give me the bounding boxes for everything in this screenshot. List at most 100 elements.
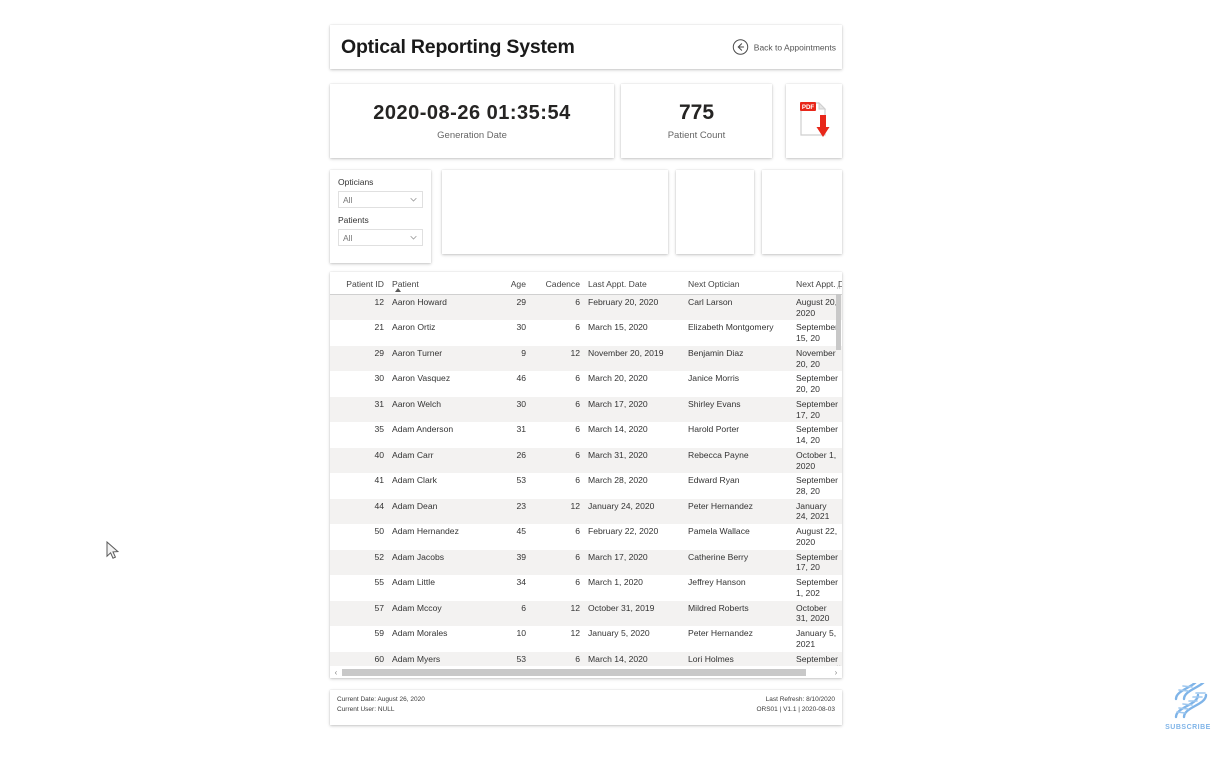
vertical-scroll-thumb[interactable]: [836, 294, 841, 350]
table-cell-cadence: 12: [570, 500, 580, 511]
table-column-header-age[interactable]: Age: [496, 272, 530, 295]
export-pdf-button[interactable]: PDF: [786, 84, 842, 158]
table-cell-last_appt: February 22, 2020: [588, 526, 659, 537]
table-cell-next_optician: Harold Porter: [688, 424, 740, 435]
table-column-label-age: Age: [510, 279, 526, 289]
scroll-right-arrow-icon[interactable]: ›: [830, 668, 842, 677]
back-to-appointments-label: Back to Appointments: [753, 42, 836, 52]
table-cell-age: 30: [516, 398, 526, 409]
table-column-label-cadence: Cadence: [545, 279, 580, 289]
table-cell-next_optician: Catherine Berry: [688, 551, 749, 562]
table-row[interactable]: 44 Adam Dean 23 12 January 24, 2020 Peter Her…: [330, 498, 842, 525]
table-vertical-scrollbar[interactable]: ˄ ˅: [835, 285, 842, 672]
table-cell-patient: Adam Anderson: [392, 424, 454, 435]
table-cell-last_appt: January 24, 2020: [588, 500, 655, 511]
table-cell-patient_id: 29: [374, 347, 384, 358]
table-column-header-last_appt[interactable]: Last Appt. Date: [584, 272, 684, 295]
table-cell-age: 39: [516, 551, 526, 562]
table-column-header-next_optician[interactable]: Next Optician: [684, 272, 792, 295]
table-cell-patient_id: 44: [374, 500, 384, 511]
slicer-value-patients: All: [343, 232, 353, 243]
table-column-header-cadence[interactable]: Cadence: [530, 272, 584, 295]
report-footer: Current Date: August 26, 2020 Last Refre…: [330, 690, 842, 725]
table-cell-last_appt: March 28, 2020: [588, 475, 648, 486]
table-row[interactable]: 29 Aaron Turner 9 12 November 20, 2019 Benjam…: [330, 345, 842, 372]
table-row[interactable]: 57 Adam Mccoy 6 12 October 31, 2019 Mildred R…: [330, 600, 842, 627]
current-date-label: Current Date: August 26, 2020: [337, 696, 425, 703]
table-row[interactable]: 50 Adam Hernandez 45 6 February 22, 2020 Pame…: [330, 524, 842, 549]
back-to-appointments-button[interactable]: Back to Appointments: [732, 39, 836, 56]
table-cell-last_appt: March 20, 2020: [588, 373, 648, 384]
table-row[interactable]: 31 Aaron Welch 30 6 March 17, 2020 Shirley Ev…: [330, 396, 842, 423]
table-cell-cadence: 12: [570, 347, 580, 358]
slicer-label-patients: Patients: [338, 215, 369, 225]
table-cell-patient_id: 59: [374, 628, 384, 639]
blank-visual-3: [762, 170, 842, 254]
table-cell-patient: Aaron Howard: [392, 297, 447, 307]
table-cell-cadence: 6: [575, 373, 580, 384]
patients-table: Patient ID Patient Age Cadence Last Appt. Da…: [330, 272, 842, 678]
table-cell-age: 26: [516, 449, 526, 460]
table-header-row: Patient ID Patient Age Cadence Last Appt. Da…: [330, 272, 842, 295]
patient-count-label: Patient Count: [667, 130, 726, 141]
slicer-dropdown-patients[interactable]: All: [338, 229, 423, 246]
table-cell-cadence: 6: [575, 322, 580, 333]
table-column-header-patient[interactable]: Patient: [388, 272, 496, 295]
chevron-down-icon: [409, 229, 418, 247]
table-cell-last_appt: March 14, 2020: [588, 424, 648, 435]
circle-left-arrow-icon: [732, 39, 749, 56]
table-row[interactable]: 21 Aaron Ortiz 30 6 March 15, 2020 Elizabeth …: [330, 320, 842, 345]
table-cell-cadence: 6: [575, 577, 580, 588]
subscribe-label: SUBSCRIBE: [1165, 724, 1211, 731]
table-cell-cadence: 12: [570, 628, 580, 639]
table-row[interactable]: 55 Adam Little 34 6 March 1, 2020 Jeffrey Han…: [330, 575, 842, 600]
table-cell-next_optician: Edward Ryan: [688, 475, 740, 486]
blank-visual-2: [676, 170, 754, 254]
table-row[interactable]: 52 Adam Jacobs 39 6 March 17, 2020 Catherine …: [330, 549, 842, 576]
table-cell-age: 53: [516, 475, 526, 486]
table-cell-cadence: 6: [575, 551, 580, 562]
table-cell-age: 29: [516, 297, 526, 307]
current-user-label: Current User: NULL: [337, 706, 395, 714]
table-row[interactable]: 12 Aaron Howard 29 6 February 20, 2020 Carl L…: [330, 294, 842, 321]
table-cell-age: 30: [516, 322, 526, 333]
table-cell-patient: Aaron Ortiz: [392, 322, 436, 333]
scroll-left-arrow-icon[interactable]: ‹: [330, 668, 342, 677]
report-header: Optical Reporting System Back to Appoint…: [330, 25, 842, 69]
table-cell-next_optician: Carl Larson: [688, 297, 733, 307]
table-row[interactable]: 59 Adam Morales 10 12 January 5, 2020 Peter H…: [330, 626, 842, 651]
table-cell-last_appt: November 20, 2019: [588, 347, 664, 358]
table-row[interactable]: 35 Adam Anderson 31 6 March 14, 2020 Harold P…: [330, 422, 842, 447]
table-horizontal-scrollbar[interactable]: ‹ ›: [330, 666, 842, 678]
table-cell-patient: Adam Hernandez: [392, 526, 459, 537]
table-cell-next_optician: Peter Hernandez: [688, 628, 753, 639]
subscribe-watermark: SUBSCRIBE: [1157, 675, 1219, 735]
scroll-up-arrow-icon[interactable]: ˄: [835, 285, 842, 293]
horizontal-scroll-thumb[interactable]: [342, 668, 806, 676]
table-cell-age: 23: [516, 500, 526, 511]
slicer-label-opticians: Opticians: [338, 177, 374, 187]
table-cell-last_appt: March 17, 2020: [588, 398, 648, 409]
table-cell-cadence: 6: [575, 424, 580, 435]
table-cell-last_appt: March 17, 2020: [588, 551, 648, 562]
generation-date-label: Generation Date: [437, 129, 507, 141]
generation-date-value: 2020-08-26 01:35:54: [373, 101, 571, 124]
table-cell-patient_id: 40: [374, 449, 384, 460]
mouse-pointer-icon: [106, 540, 120, 560]
version-label: ORS01 | V1.1 | 2020-08-03: [756, 706, 835, 714]
table-row[interactable]: 40 Adam Carr 26 6 March 31, 2020 Rebecca Payn…: [330, 447, 842, 474]
slicer-dropdown-opticians[interactable]: All: [338, 191, 423, 208]
slicer-value-opticians: All: [343, 194, 353, 205]
table-cell-age: 6: [521, 602, 526, 613]
table-row[interactable]: 41 Adam Clark 53 6 March 28, 2020 Edward Ryan…: [330, 473, 842, 498]
table-row[interactable]: 30 Aaron Vasquez 46 6 March 20, 2020 Janice M…: [330, 371, 842, 396]
table-cell-patient: Aaron Welch: [392, 398, 442, 409]
table-cell-age: 10: [516, 628, 526, 639]
table-cell-last_appt: March 31, 2020: [588, 449, 648, 460]
table-cell-patient_id: 35: [374, 424, 384, 435]
table-cell-patient: Aaron Vasquez: [392, 373, 451, 384]
table-cell-cadence: 6: [575, 398, 580, 409]
table-column-header-patient_id[interactable]: Patient ID: [330, 272, 388, 295]
horizontal-scroll-track[interactable]: [342, 668, 830, 676]
table-cell-patient_id: 55: [374, 577, 384, 588]
